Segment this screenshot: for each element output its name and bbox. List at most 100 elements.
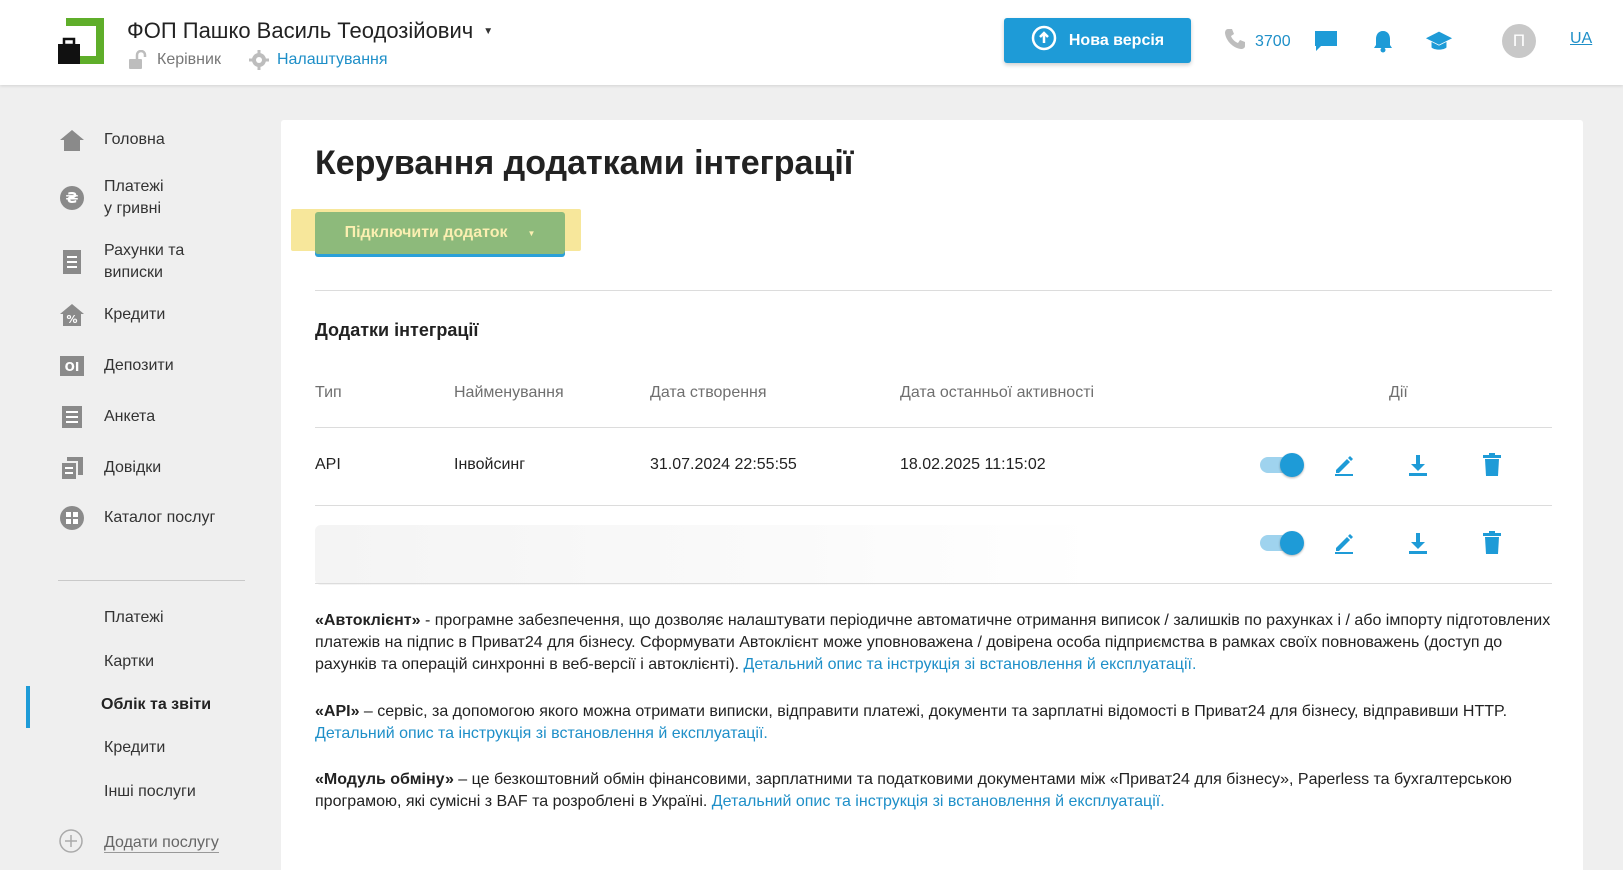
term-autoclient: «Автоклієнт»: [315, 612, 421, 629]
sidebar-item-payments-uah[interactable]: ₴ Платежі у гривні: [58, 176, 164, 220]
hryvnia-icon: ₴: [58, 184, 86, 212]
description-api: «API» – сервіс, за допомогою якого можна…: [315, 701, 1555, 745]
avatar-letter: П: [1512, 31, 1526, 50]
deposit-icon: OI: [58, 352, 86, 380]
trash-icon[interactable]: [1478, 529, 1506, 557]
sidebar-item-label: Депозити: [104, 357, 174, 374]
sidebar-item-label: Кредити: [104, 306, 166, 323]
table-row-divider: [315, 505, 1552, 506]
sidebar-item-form[interactable]: Анкета: [58, 403, 155, 431]
cell-created: 31.07.2024 22:55:55: [650, 456, 797, 473]
catalog-icon: [58, 504, 86, 532]
connect-app-label: Підключити додаток: [344, 224, 508, 241]
term-api: «API»: [315, 703, 360, 720]
sidebar-sub-other[interactable]: Інші послуги: [104, 783, 196, 801]
plus-circle-icon: [58, 828, 84, 859]
org-block: ФОП Пашко Василь Теодозійович ▼ Керівник…: [127, 18, 493, 70]
sidebar-item-label: Рахунки та виписки: [104, 242, 185, 281]
description-autoclient: «Автоклієнт» - програмне забезпечення, щ…: [315, 610, 1555, 676]
avatar[interactable]: П: [1502, 24, 1536, 58]
new-version-label: Нова версія: [1068, 31, 1165, 49]
settings-text: Налаштування: [276, 51, 388, 68]
column-header-name: Найменування: [454, 384, 564, 401]
settings-link[interactable]: Налаштування: [248, 50, 388, 70]
sidebar-item-home[interactable]: Головна: [58, 126, 165, 154]
page-title: Керування додатками інтеграції: [315, 144, 854, 182]
org-selector[interactable]: ФОП Пашко Василь Теодозійович ▼: [127, 18, 493, 44]
column-header-actions: Дії: [1389, 384, 1408, 401]
download-icon[interactable]: [1404, 529, 1432, 557]
sidebar-item-credits[interactable]: % Кредити: [58, 301, 165, 329]
column-header-created: Дата створення: [650, 384, 767, 401]
unlock-icon: [127, 50, 149, 70]
sidebar-sub-accounting[interactable]: Облік та звіти: [101, 696, 211, 714]
add-service-label: Додати послугу: [104, 834, 219, 853]
sidebar-item-certificates[interactable]: Довідки: [58, 454, 161, 482]
term-exchange-module: «Модуль обміну»: [315, 771, 454, 788]
sidebar-sub-payments[interactable]: Платежі: [104, 609, 164, 627]
sidebar-sub-credits[interactable]: Кредити: [104, 739, 165, 757]
table-row-divider: [315, 583, 1552, 584]
role-text: Керівник: [157, 51, 221, 68]
sidebar-sub-cards[interactable]: Картки: [104, 653, 154, 671]
column-header-last-activity: Дата останньої активності: [900, 384, 1095, 401]
table-row-divider: [315, 427, 1552, 428]
svg-text:OI: OI: [65, 360, 80, 374]
svg-text:₴: ₴: [66, 189, 79, 207]
trash-icon[interactable]: [1478, 451, 1506, 479]
sidebar-item-label: Головна: [104, 131, 165, 148]
certificates-icon: [58, 454, 86, 482]
sidebar-item-catalog[interactable]: Каталог послуг: [58, 504, 215, 532]
svg-text:%: %: [66, 313, 77, 326]
graduation-cap-icon[interactable]: [1425, 27, 1453, 55]
active-indicator: [26, 686, 30, 728]
sidebar-item-label: Платежі у гривні: [104, 178, 164, 217]
edit-icon[interactable]: [1330, 451, 1358, 479]
sidebar-divider: [58, 580, 245, 581]
arrow-up-circle-icon: [1031, 25, 1057, 56]
home-icon: [58, 126, 86, 154]
blurred-row-content: [315, 525, 1095, 585]
sidebar-item-label: Каталог послуг: [104, 509, 216, 526]
section-title: Додатки інтеграції: [315, 320, 479, 340]
new-version-button[interactable]: Нова версія: [1004, 18, 1191, 63]
sidebar-item-label: Анкета: [104, 408, 156, 425]
sidebar-item-accounts[interactable]: Рахунки та виписки: [58, 240, 184, 284]
form-icon: [58, 403, 86, 431]
main-card: Керування додатками інтеграції Підключит…: [281, 120, 1583, 870]
language-switch[interactable]: UA: [1570, 30, 1592, 48]
description-exchange-module: «Модуль обміну» – це безкоштовний обмін …: [315, 769, 1555, 813]
top-header: ФОП Пашко Василь Теодозійович ▼ Керівник…: [0, 0, 1623, 85]
cell-name: Інвойсинг: [454, 456, 526, 473]
sidebar-item-deposits[interactable]: OI Депозити: [58, 352, 174, 380]
details-link[interactable]: Детальний опис та інструкція зі встановл…: [712, 793, 1165, 810]
edit-icon[interactable]: [1330, 529, 1358, 557]
download-icon[interactable]: [1404, 451, 1432, 479]
phone-number: 3700: [1255, 32, 1291, 50]
privat-logo[interactable]: [58, 18, 104, 64]
document-icon: [58, 248, 86, 276]
details-link[interactable]: Детальний опис та інструкція зі встановл…: [744, 656, 1197, 673]
role-label: Керівник: [127, 50, 221, 70]
sidebar-item-label: Довідки: [104, 459, 162, 476]
bell-icon[interactable]: [1369, 27, 1397, 55]
org-name: ФОП Пашко Василь Теодозійович: [127, 18, 474, 43]
phone-icon: [1223, 27, 1247, 56]
divider: [315, 290, 1552, 291]
sidebar: Головна ₴ Платежі у гривні Рахунки та ви…: [0, 85, 270, 870]
gear-icon: [248, 50, 269, 70]
enable-toggle[interactable]: [1260, 531, 1304, 555]
cell-last-activity: 18.02.2025 11:15:02: [900, 456, 1046, 473]
connect-app-button[interactable]: Підключити додаток ▼: [315, 212, 565, 254]
description-text: – сервіс, за допомогою якого можна отрим…: [359, 703, 1508, 720]
cell-type: API: [315, 456, 341, 473]
chat-icon[interactable]: [1312, 27, 1340, 55]
caret-down-icon: ▼: [527, 228, 536, 238]
phone-link[interactable]: 3700: [1223, 27, 1291, 56]
enable-toggle[interactable]: [1260, 453, 1304, 477]
details-link[interactable]: Детальний опис та інструкція зі встановл…: [315, 725, 768, 742]
column-header-type: Тип: [315, 384, 342, 401]
house-percent-icon: %: [58, 301, 86, 329]
caret-down-icon: ▼: [483, 25, 494, 37]
add-service-link[interactable]: Додати послугу: [58, 828, 219, 859]
